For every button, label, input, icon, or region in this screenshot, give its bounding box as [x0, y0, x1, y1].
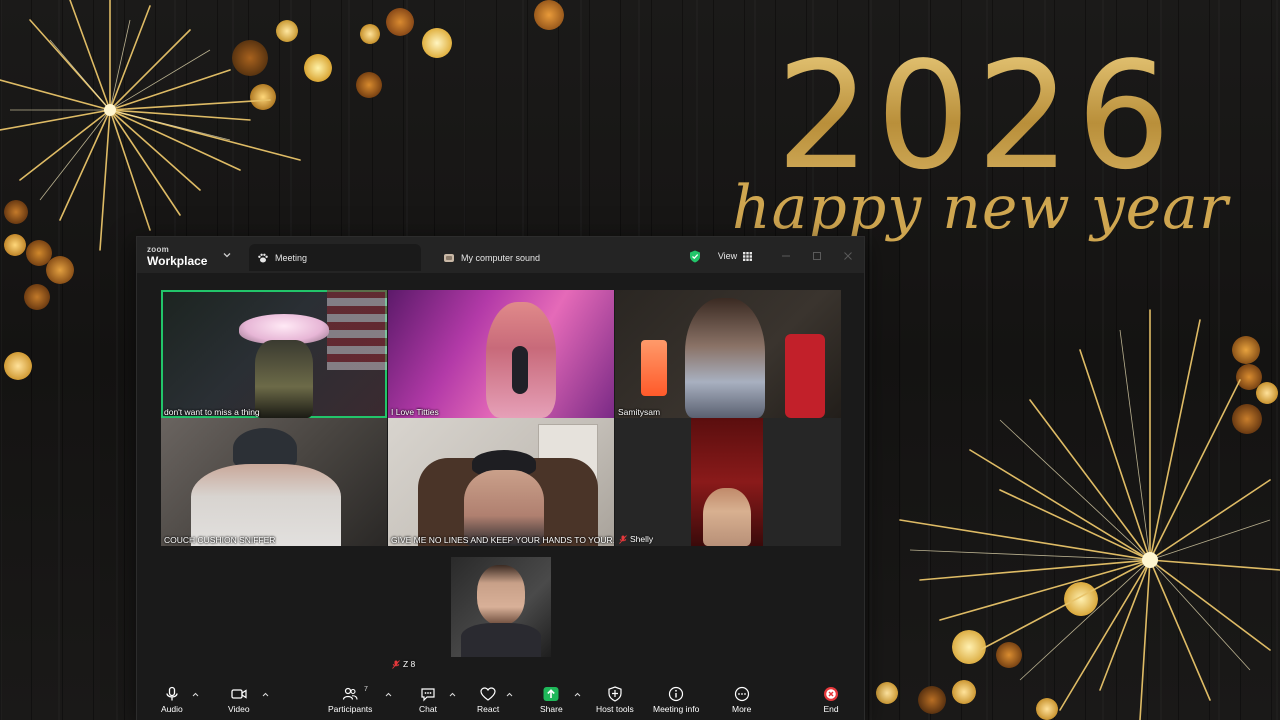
participant-name: GIVE ME NO LINES AND KEEP YOUR HANDS TO …: [391, 534, 614, 545]
bokeh-light: [356, 72, 382, 98]
audio-label: Audio: [161, 704, 183, 714]
microphone-prop: [512, 346, 528, 394]
minimize-icon[interactable]: [781, 251, 791, 261]
chat-bubble-icon: [421, 688, 435, 702]
end-x-icon: [824, 687, 838, 701]
host-tools-button[interactable]: Host tools: [596, 686, 634, 714]
more-dots-icon: [734, 686, 749, 702]
bokeh-light: [360, 24, 380, 44]
chevron-up-icon[interactable]: [262, 692, 269, 697]
bokeh-light: [386, 8, 414, 36]
meeting-info-label: Meeting info: [653, 704, 700, 714]
video-label: Video: [228, 704, 250, 714]
firework-top-left: [0, 0, 301, 251]
host-tools-label: Host tools: [596, 704, 634, 714]
share-screen-icon: [543, 687, 559, 701]
more-label: More: [732, 704, 752, 714]
paw-icon: [258, 253, 268, 262]
participant-name: Shelly: [630, 534, 654, 545]
meeting-info-button[interactable]: Meeting info: [653, 686, 699, 714]
chevron-down-icon[interactable]: [223, 251, 231, 259]
chat-button[interactable]: Chat: [419, 686, 437, 714]
video-tile[interactable]: Shelly: [615, 418, 841, 546]
share-button[interactable]: Share: [540, 686, 563, 714]
cup-prop: [785, 334, 825, 418]
participant-video: [461, 623, 541, 657]
end-meeting-button[interactable]: End: [823, 686, 839, 714]
brand-name: Workplace: [147, 254, 208, 268]
react-label: React: [477, 704, 500, 714]
video-tile[interactable]: don't want to miss a thing: [161, 290, 387, 418]
participants-icon: [343, 687, 358, 700]
bokeh-light: [422, 28, 452, 58]
view-button[interactable]: View: [709, 247, 761, 265]
flag-backdrop: [327, 290, 387, 370]
chevron-up-icon[interactable]: [385, 692, 392, 697]
video-tile[interactable]: [451, 557, 551, 657]
bokeh-light: [24, 284, 50, 310]
mic-muted-icon: [619, 535, 627, 544]
share-label: Share: [540, 704, 563, 714]
audio-button[interactable]: Audio: [161, 686, 183, 714]
speaker-icon: [444, 253, 454, 262]
react-button[interactable]: React: [477, 686, 499, 714]
chat-label: Chat: [419, 704, 437, 714]
bokeh-light: [4, 352, 32, 380]
tab-computer-sound-label: My computer sound: [461, 252, 541, 263]
participant-video: [477, 565, 525, 625]
participants-count: 7: [364, 686, 368, 693]
participant-video: [255, 340, 313, 418]
chevron-up-icon[interactable]: [506, 692, 513, 697]
firework-bottom-right: [899, 309, 1280, 720]
new-year-script: happy new year: [732, 173, 1229, 243]
title-bar: zoom Workplace Meeting My computer sound…: [137, 237, 864, 273]
end-label: End: [823, 704, 839, 714]
more-button[interactable]: More: [732, 686, 751, 714]
video-tile[interactable]: COUCH CUSHION SNIFFER: [161, 418, 387, 546]
info-icon: [669, 686, 684, 702]
shield-check-icon[interactable]: [689, 250, 701, 263]
tab-meeting[interactable]: Meeting: [249, 244, 421, 271]
participant-video: [191, 464, 341, 546]
new-year-heading: 2026: [776, 30, 1177, 202]
participant-video: [703, 488, 751, 546]
video-tile[interactable]: GIVE ME NO LINES AND KEEP YOUR HANDS TO …: [388, 418, 614, 546]
brand-top: zoom: [147, 245, 170, 254]
participant-name: COUCH CUSHION SNIFFER: [164, 534, 276, 545]
chevron-up-icon[interactable]: [192, 692, 199, 697]
grid-icon: [743, 251, 753, 261]
tab-computer-sound[interactable]: My computer sound: [435, 244, 615, 271]
participant-name: don't want to miss a thing: [164, 406, 260, 417]
participant-label: Z 8: [392, 660, 415, 669]
lamp-prop: [641, 340, 667, 396]
tab-meeting-label: Meeting: [275, 252, 308, 263]
meeting-toolbar: Audio Video Participants 7 Chat React Sh…: [137, 682, 864, 720]
microphone-icon: [166, 686, 178, 701]
video-camera-icon: [231, 689, 247, 699]
participants-label: Participants: [328, 704, 373, 714]
participant-video: [233, 428, 297, 468]
participant-video: [685, 298, 765, 418]
heart-icon: [480, 687, 496, 701]
mic-muted-icon: [392, 660, 400, 669]
video-tile[interactable]: Samitysam: [615, 290, 841, 418]
bokeh-light: [534, 0, 564, 30]
participant-video: [691, 418, 763, 546]
video-tile[interactable]: I Love Titties: [388, 290, 614, 418]
chevron-up-icon[interactable]: [449, 692, 456, 697]
close-icon[interactable]: [843, 251, 853, 261]
participant-name: Z 8: [403, 659, 416, 670]
participant-name: I Love Titties: [391, 406, 439, 417]
video-button[interactable]: Video: [228, 686, 250, 714]
participant-name: Samitysam: [618, 406, 661, 417]
participant-label: Shelly: [619, 535, 653, 544]
shield-icon: [608, 686, 622, 702]
view-label: View: [717, 251, 738, 261]
zoom-meeting-window: zoom Workplace Meeting My computer sound…: [136, 236, 865, 720]
zoom-workplace-logo[interactable]: zoom Workplace: [147, 245, 208, 268]
maximize-icon[interactable]: [812, 251, 822, 261]
chevron-up-icon[interactable]: [574, 692, 581, 697]
bokeh-light: [46, 256, 74, 284]
